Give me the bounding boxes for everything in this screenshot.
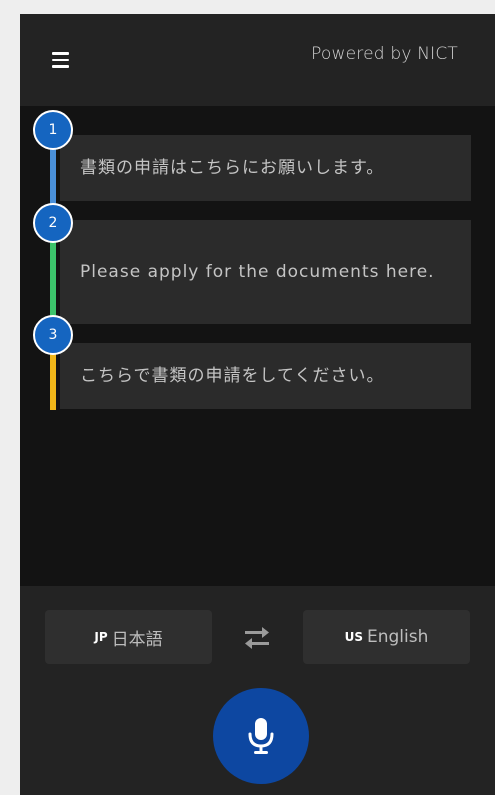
badge-number-1: 1: [48, 122, 58, 138]
source-language-button[interactable]: JP 日本語: [45, 610, 212, 664]
badge-number-2: 2: [48, 215, 58, 231]
microphone-button[interactable]: [213, 688, 309, 784]
powered-by-label: Powered by NICT: [311, 44, 458, 64]
language-control-bar: JP 日本語 US English: [20, 586, 495, 795]
swap-arrows-icon[interactable]: [242, 623, 272, 653]
source-language-code: JP: [94, 630, 108, 644]
microphone-icon: [248, 718, 274, 754]
message-text-2: Please apply for the documents here.: [80, 261, 435, 282]
message-text-1: 書類の申請はこちらにお願いします。: [80, 157, 385, 178]
app-header: Powered by NICT: [20, 14, 495, 106]
badge-number-3: 3: [48, 327, 58, 343]
message-number-badge-1: 1: [33, 110, 73, 150]
source-language-label: 日本語: [111, 629, 163, 650]
app-screen: Powered by NICT 書類の申請はこちらにお願いします。 Please…: [20, 14, 495, 795]
target-language-label: English: [367, 627, 429, 647]
target-language-code: US: [344, 630, 363, 644]
message-text-3: こちらで書類の申請をしてください。: [80, 365, 385, 386]
hamburger-menu-icon[interactable]: [52, 52, 69, 68]
target-language-button[interactable]: US English: [303, 610, 470, 664]
message-number-badge-2: 2: [33, 203, 73, 243]
message-number-badge-3: 3: [33, 315, 73, 355]
message-bubble-3[interactable]: こちらで書類の申請をしてください。: [60, 343, 471, 409]
message-bubble-2[interactable]: Please apply for the documents here.: [60, 220, 471, 324]
message-bubble-1[interactable]: 書類の申請はこちらにお願いします。: [60, 135, 471, 201]
conversation-area: 書類の申請はこちらにお願いします。 Please apply for the d…: [20, 106, 495, 586]
